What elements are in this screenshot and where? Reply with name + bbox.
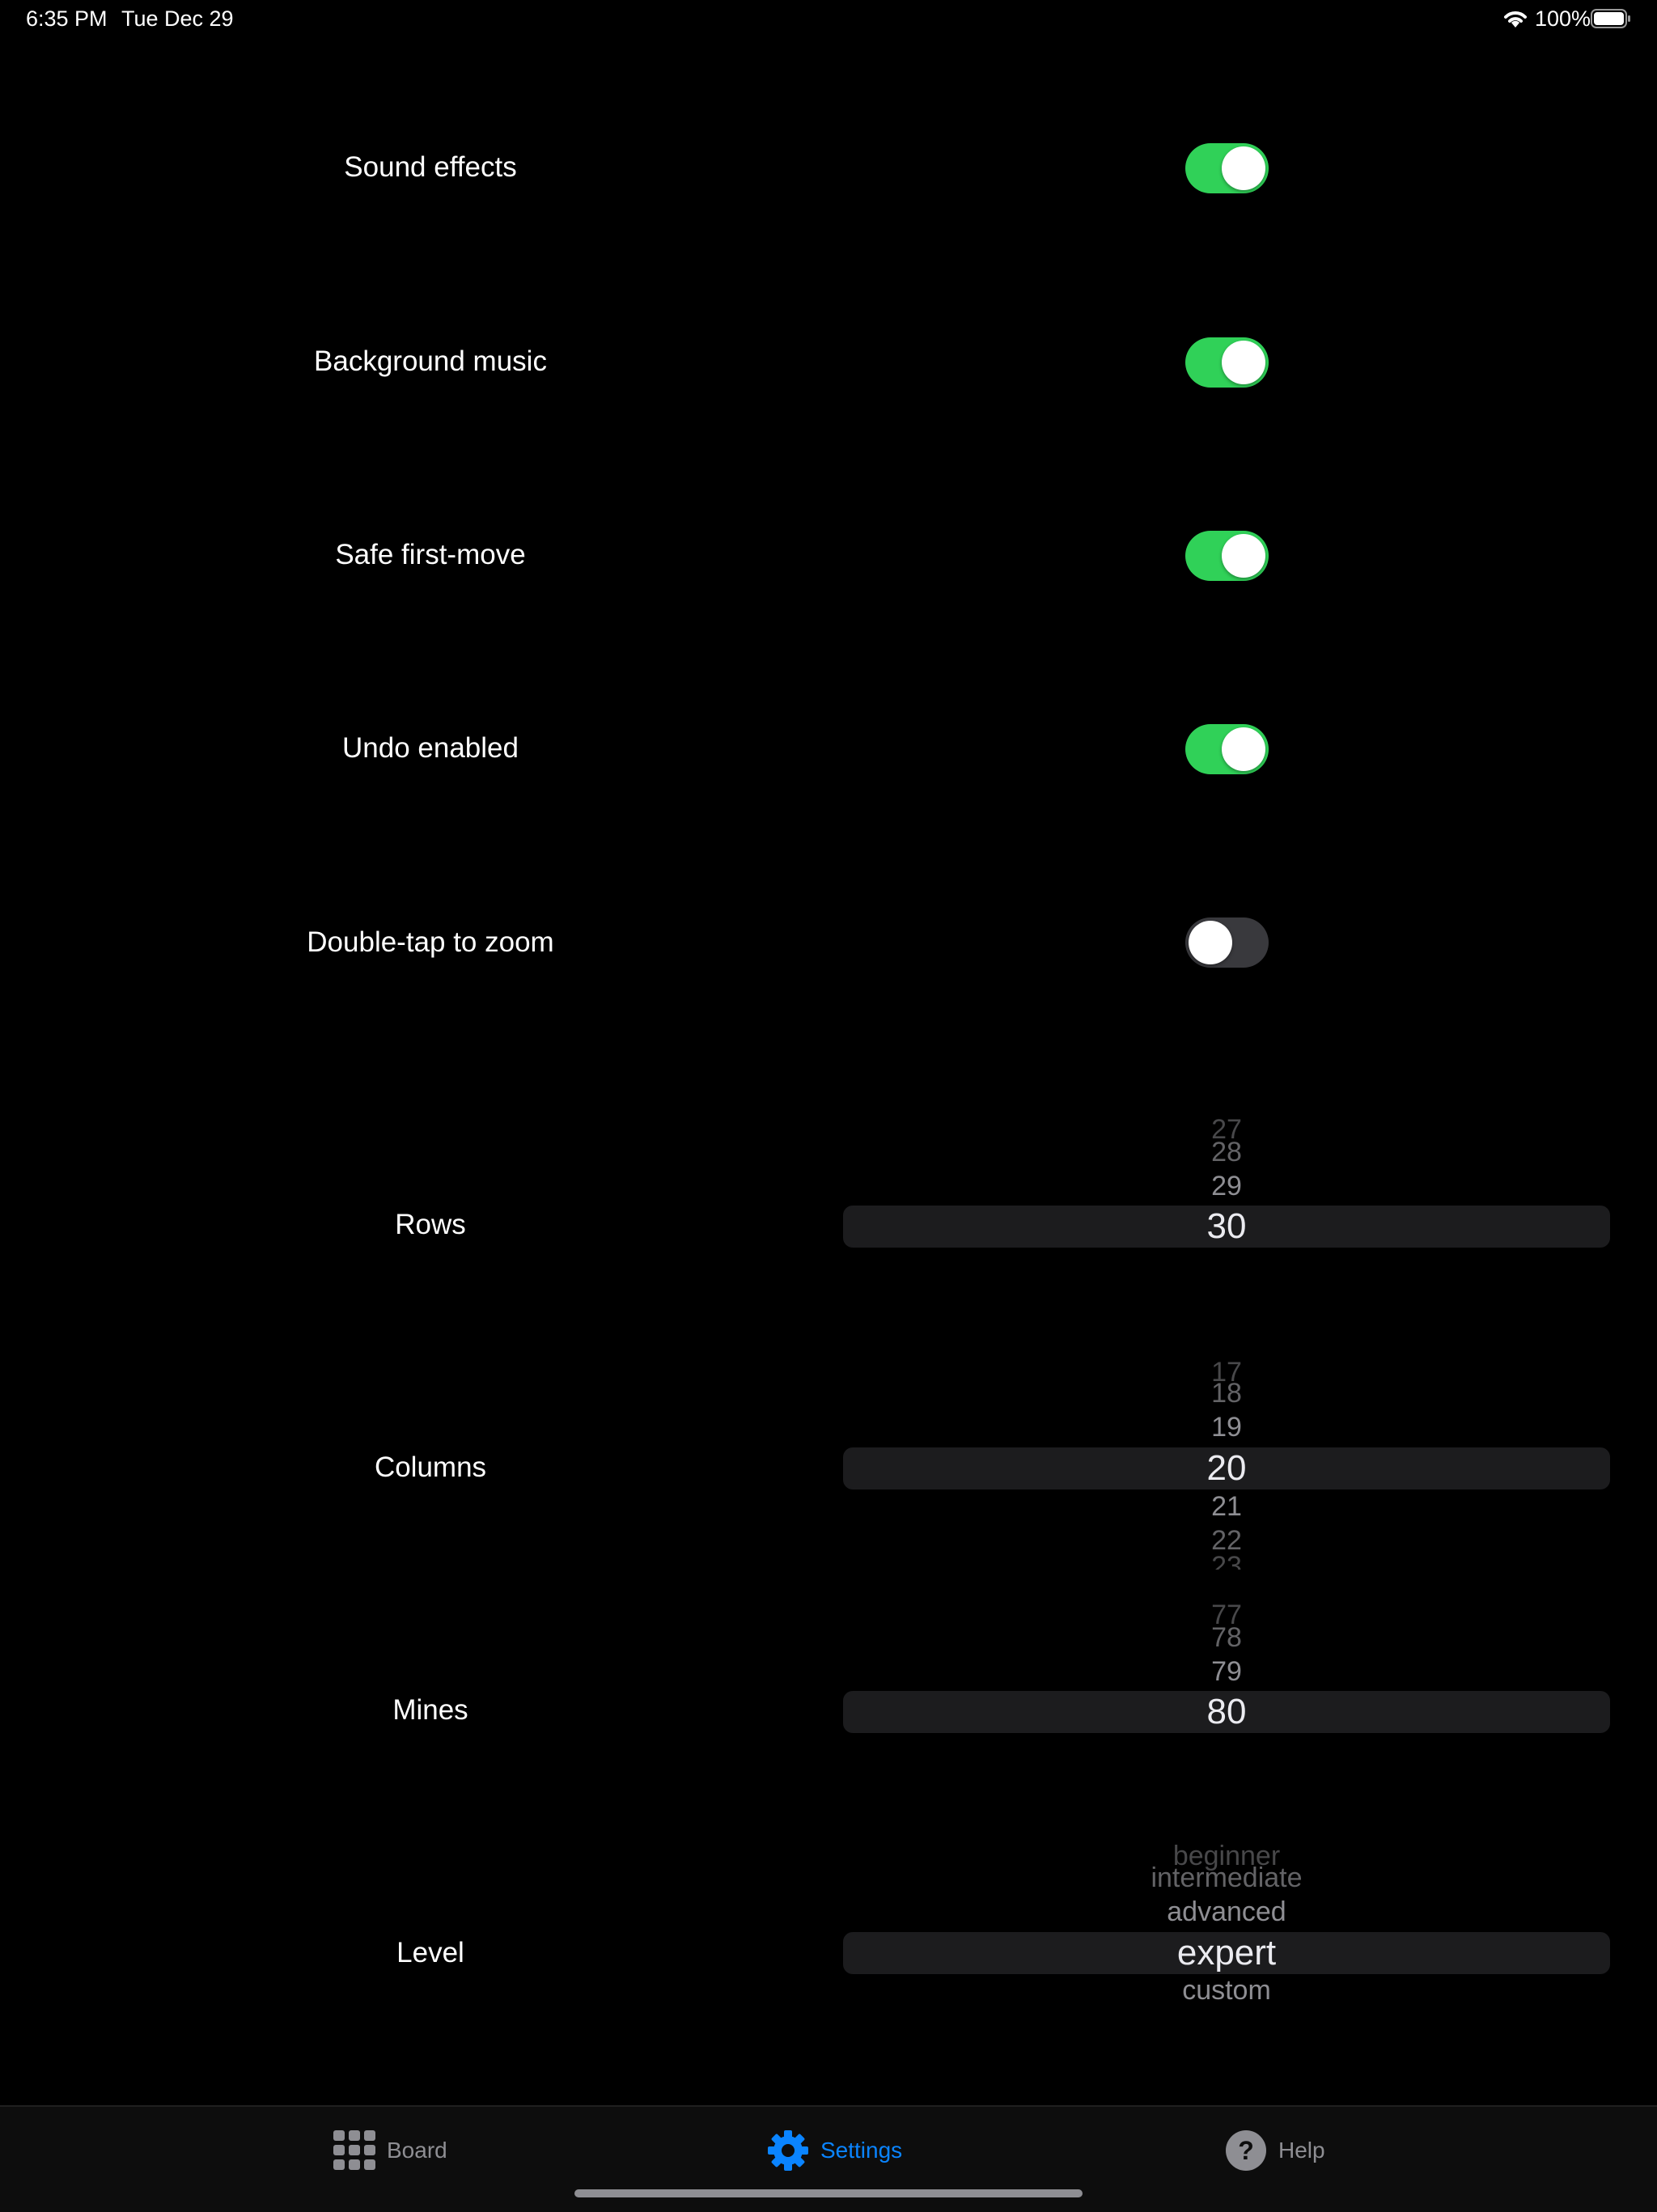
level-picker[interactable]: beginner intermediate advanced expert cu… xyxy=(843,1845,1610,2015)
picker-option-selected[interactable]: 80 xyxy=(843,1691,1610,1733)
mines-picker[interactable]: 77 78 79 80 xyxy=(843,1602,1610,1735)
tab-settings-label: Settings xyxy=(820,2138,903,2163)
picker-option[interactable]: advanced xyxy=(843,1896,1610,1928)
picker-option-selected[interactable]: expert xyxy=(843,1932,1610,1974)
picker-option[interactable]: 23 xyxy=(843,1550,1610,1570)
battery-percent: 100% xyxy=(1535,6,1591,31)
wifi-icon xyxy=(1504,11,1527,28)
picker-option[interactable]: 18 xyxy=(843,1377,1610,1409)
picker-option-selected[interactable]: 30 xyxy=(843,1206,1610,1248)
double-tap-zoom-switch[interactable] xyxy=(1185,917,1269,968)
switch-knob xyxy=(1222,727,1265,771)
home-indicator[interactable] xyxy=(574,2189,1083,2197)
status-date: Tue Dec 29 xyxy=(121,6,234,31)
tab-help[interactable]: ? Help xyxy=(1225,2126,1325,2175)
background-music-label: Background music xyxy=(314,345,547,377)
columns-picker[interactable]: 17 18 19 20 21 22 23 xyxy=(843,1359,1610,1570)
background-music-switch[interactable] xyxy=(1185,337,1269,388)
battery-icon xyxy=(1591,9,1630,28)
switch-knob xyxy=(1222,146,1265,190)
picker-option[interactable]: 78 xyxy=(843,1621,1610,1654)
columns-label: Columns xyxy=(374,1451,487,1483)
svg-text:?: ? xyxy=(1238,2136,1254,2165)
picker-option[interactable]: intermediate xyxy=(843,1862,1610,1894)
sound-effects-label: Sound effects xyxy=(344,151,517,183)
picker-option-selected[interactable]: 20 xyxy=(843,1447,1610,1489)
rows-label: Rows xyxy=(395,1209,466,1240)
double-tap-zoom-label: Double-tap to zoom xyxy=(307,926,554,958)
status-time: 6:35 PM xyxy=(26,6,108,31)
undo-enabled-label: Undo enabled xyxy=(342,732,519,764)
tab-help-label: Help xyxy=(1278,2138,1325,2163)
level-label: Level xyxy=(396,1937,464,1968)
grid-icon xyxy=(333,2130,375,2170)
picker-option[interactable]: 28 xyxy=(843,1136,1610,1168)
tab-board[interactable]: Board xyxy=(333,2126,447,2175)
picker-option[interactable]: 79 xyxy=(843,1655,1610,1688)
question-circle-icon: ? xyxy=(1226,2130,1266,2171)
picker-option[interactable]: 21 xyxy=(843,1490,1610,1523)
mines-label: Mines xyxy=(392,1694,468,1726)
safe-first-move-label: Safe first-move xyxy=(335,539,526,570)
switch-knob xyxy=(1189,921,1232,964)
sound-effects-switch[interactable] xyxy=(1185,143,1269,193)
undo-enabled-switch[interactable] xyxy=(1185,724,1269,774)
tab-board-label: Board xyxy=(387,2138,447,2163)
switch-knob xyxy=(1222,534,1265,578)
rows-picker[interactable]: 27 28 29 30 xyxy=(843,1117,1610,1249)
status-bar: 6:35 PM Tue Dec 29 100% xyxy=(0,0,1657,39)
picker-option[interactable]: 29 xyxy=(843,1170,1610,1202)
safe-first-move-switch[interactable] xyxy=(1185,531,1269,581)
picker-option[interactable]: 19 xyxy=(843,1411,1610,1443)
tab-settings[interactable]: Settings xyxy=(767,2126,902,2175)
gear-icon xyxy=(768,2130,808,2171)
picker-option[interactable]: custom xyxy=(843,1974,1610,2006)
switch-knob xyxy=(1222,341,1265,384)
